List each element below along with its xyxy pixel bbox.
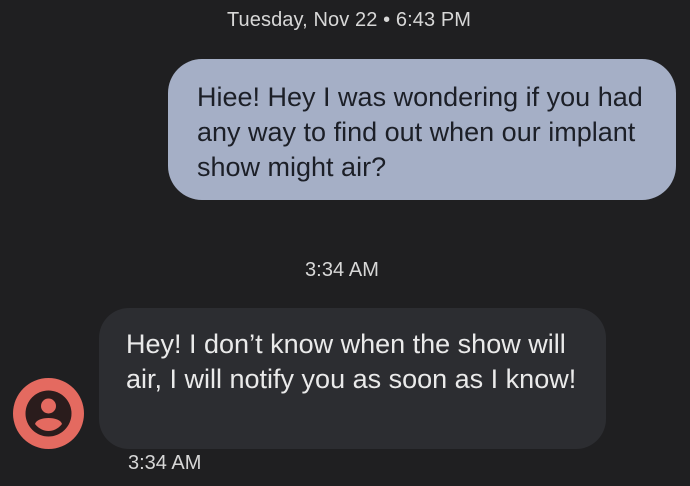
- outgoing-message-bubble[interactable]: Hiee! Hey I was wondering if you had any…: [168, 59, 676, 200]
- date-header: Tuesday, Nov 22 • 6:43 PM: [226, 9, 472, 31]
- message-timestamp: 3:34 AM: [304, 259, 380, 281]
- incoming-message-timestamp: 3:34 AM: [128, 452, 202, 474]
- person-icon: [25, 390, 72, 437]
- outgoing-message-text: Hiee! Hey I was wondering if you had any…: [197, 82, 643, 182]
- incoming-message-text: Hey! I don’t know when the show will air…: [126, 329, 577, 394]
- incoming-message-bubble[interactable]: Hey! I don’t know when the show will air…: [99, 308, 606, 449]
- contact-avatar[interactable]: [13, 378, 84, 449]
